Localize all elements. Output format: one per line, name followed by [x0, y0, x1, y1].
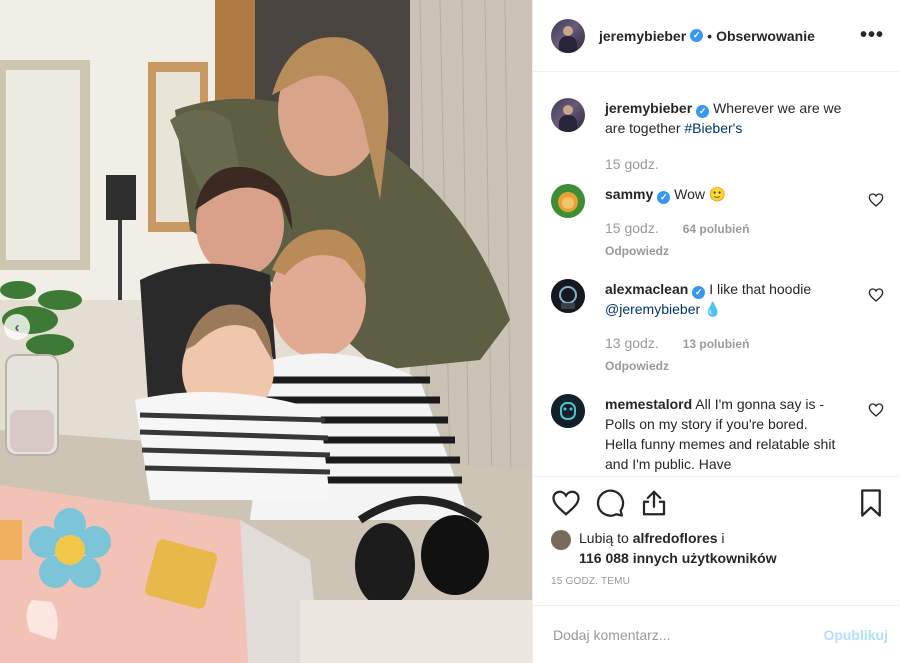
instagram-post: ‹ jeremybieber ✓ • Obserwowanie ••• jere…: [0, 0, 900, 663]
commenter-avatar[interactable]: [551, 394, 585, 428]
post-actions: [533, 476, 900, 528]
helmet-avatar-icon: [551, 279, 585, 313]
likes-others-count[interactable]: 116 088 innych użytkowników: [579, 550, 777, 566]
comment-likes-count[interactable]: 13 polubień: [683, 334, 750, 354]
reply-button[interactable]: Odpowiedz: [605, 241, 843, 261]
verified-badge-icon: ✓: [690, 29, 704, 42]
commenter-username[interactable]: memestalord: [605, 396, 692, 412]
verified-badge-icon: ✓: [657, 191, 671, 204]
commenter-username[interactable]: sammy: [605, 186, 653, 202]
comment-heart-icon[interactable]: [868, 287, 884, 303]
post-header: jeremybieber ✓ • Obserwowanie •••: [533, 0, 900, 72]
monster-avatar-icon: [551, 394, 585, 428]
comment-text: I like that hoodie: [709, 281, 812, 297]
comment-meta: 13 godz. 13 polubień: [605, 333, 843, 354]
caption: jeremybieber ✓ Wherever we are we are tog…: [551, 98, 884, 174]
chevron-left-icon: ‹: [14, 318, 20, 336]
following-button[interactable]: Obserwowanie: [716, 28, 815, 44]
verified-badge-icon: ✓: [696, 105, 710, 118]
post-photo[interactable]: ‹: [0, 0, 532, 663]
comment-likes-count[interactable]: 64 polubień: [683, 219, 750, 239]
comment-heart-icon[interactable]: [868, 192, 884, 208]
likes-summary: Lubią to alfredoflores i 116 088 innych …: [533, 528, 900, 568]
comment-time[interactable]: 13 godz.: [605, 333, 659, 353]
like-heart-icon[interactable]: [551, 488, 581, 518]
more-options-icon[interactable]: •••: [860, 24, 884, 47]
post-timestamp[interactable]: 15 GODZ. TEMU: [533, 576, 900, 587]
post-sidebar: jeremybieber ✓ • Obserwowanie ••• jeremy…: [532, 0, 900, 663]
commenter-avatar[interactable]: [551, 279, 585, 313]
carousel-prev-button[interactable]: ‹: [4, 314, 30, 340]
comment-text: Wow 🙂: [674, 186, 727, 202]
add-comment-bar: Opublikuj: [533, 605, 900, 663]
comment-mention[interactable]: @jeremybieber: [605, 301, 700, 317]
comment-meta: 15 godz. 64 polubień: [605, 218, 843, 239]
verified-badge-icon: ✓: [692, 286, 706, 299]
likes-prefix: Lubią to: [579, 530, 629, 546]
share-icon[interactable]: [639, 488, 669, 518]
likes-joiner: i: [721, 530, 725, 546]
caption-meta: 15 godz.: [605, 154, 843, 174]
separator-dot: •: [707, 27, 713, 44]
bookmark-icon[interactable]: [856, 488, 886, 518]
comment-time[interactable]: 15 godz.: [605, 218, 659, 238]
comments-list[interactable]: jeremybieber ✓ Wherever we are we are tog…: [533, 72, 900, 476]
comment-item: alexmaclean ✓ I like that hoodie @jeremyb…: [551, 279, 884, 376]
caption-username[interactable]: jeremybieber: [605, 100, 692, 116]
caption-time[interactable]: 15 godz.: [605, 154, 659, 174]
caption-hashtag[interactable]: #Bieber's: [684, 120, 742, 136]
comment-bubble-icon[interactable]: [595, 488, 625, 518]
lion-avatar-icon: [551, 184, 585, 218]
caption-avatar[interactable]: [551, 98, 585, 132]
comment-heart-icon[interactable]: [868, 402, 884, 418]
photo-illustration: [0, 0, 532, 663]
author-username[interactable]: jeremybieber: [599, 28, 686, 44]
commenter-username[interactable]: alexmaclean: [605, 281, 688, 297]
comment-item: memestalord All I'm gonna say is - Polls…: [551, 394, 884, 474]
author-avatar[interactable]: [551, 18, 585, 53]
publish-button[interactable]: Opublikuj: [823, 627, 888, 643]
comment-input[interactable]: [551, 625, 824, 644]
reply-button[interactable]: Odpowiedz: [605, 356, 843, 376]
drop-emoji-icon: 💧: [704, 301, 722, 317]
comment-item: sammy ✓ Wow 🙂 15 godz. 64 polubień Odpowi…: [551, 184, 884, 261]
liker-avatar[interactable]: [551, 530, 571, 550]
commenter-avatar[interactable]: [551, 184, 585, 218]
liker-username[interactable]: alfredoflores: [633, 530, 718, 546]
